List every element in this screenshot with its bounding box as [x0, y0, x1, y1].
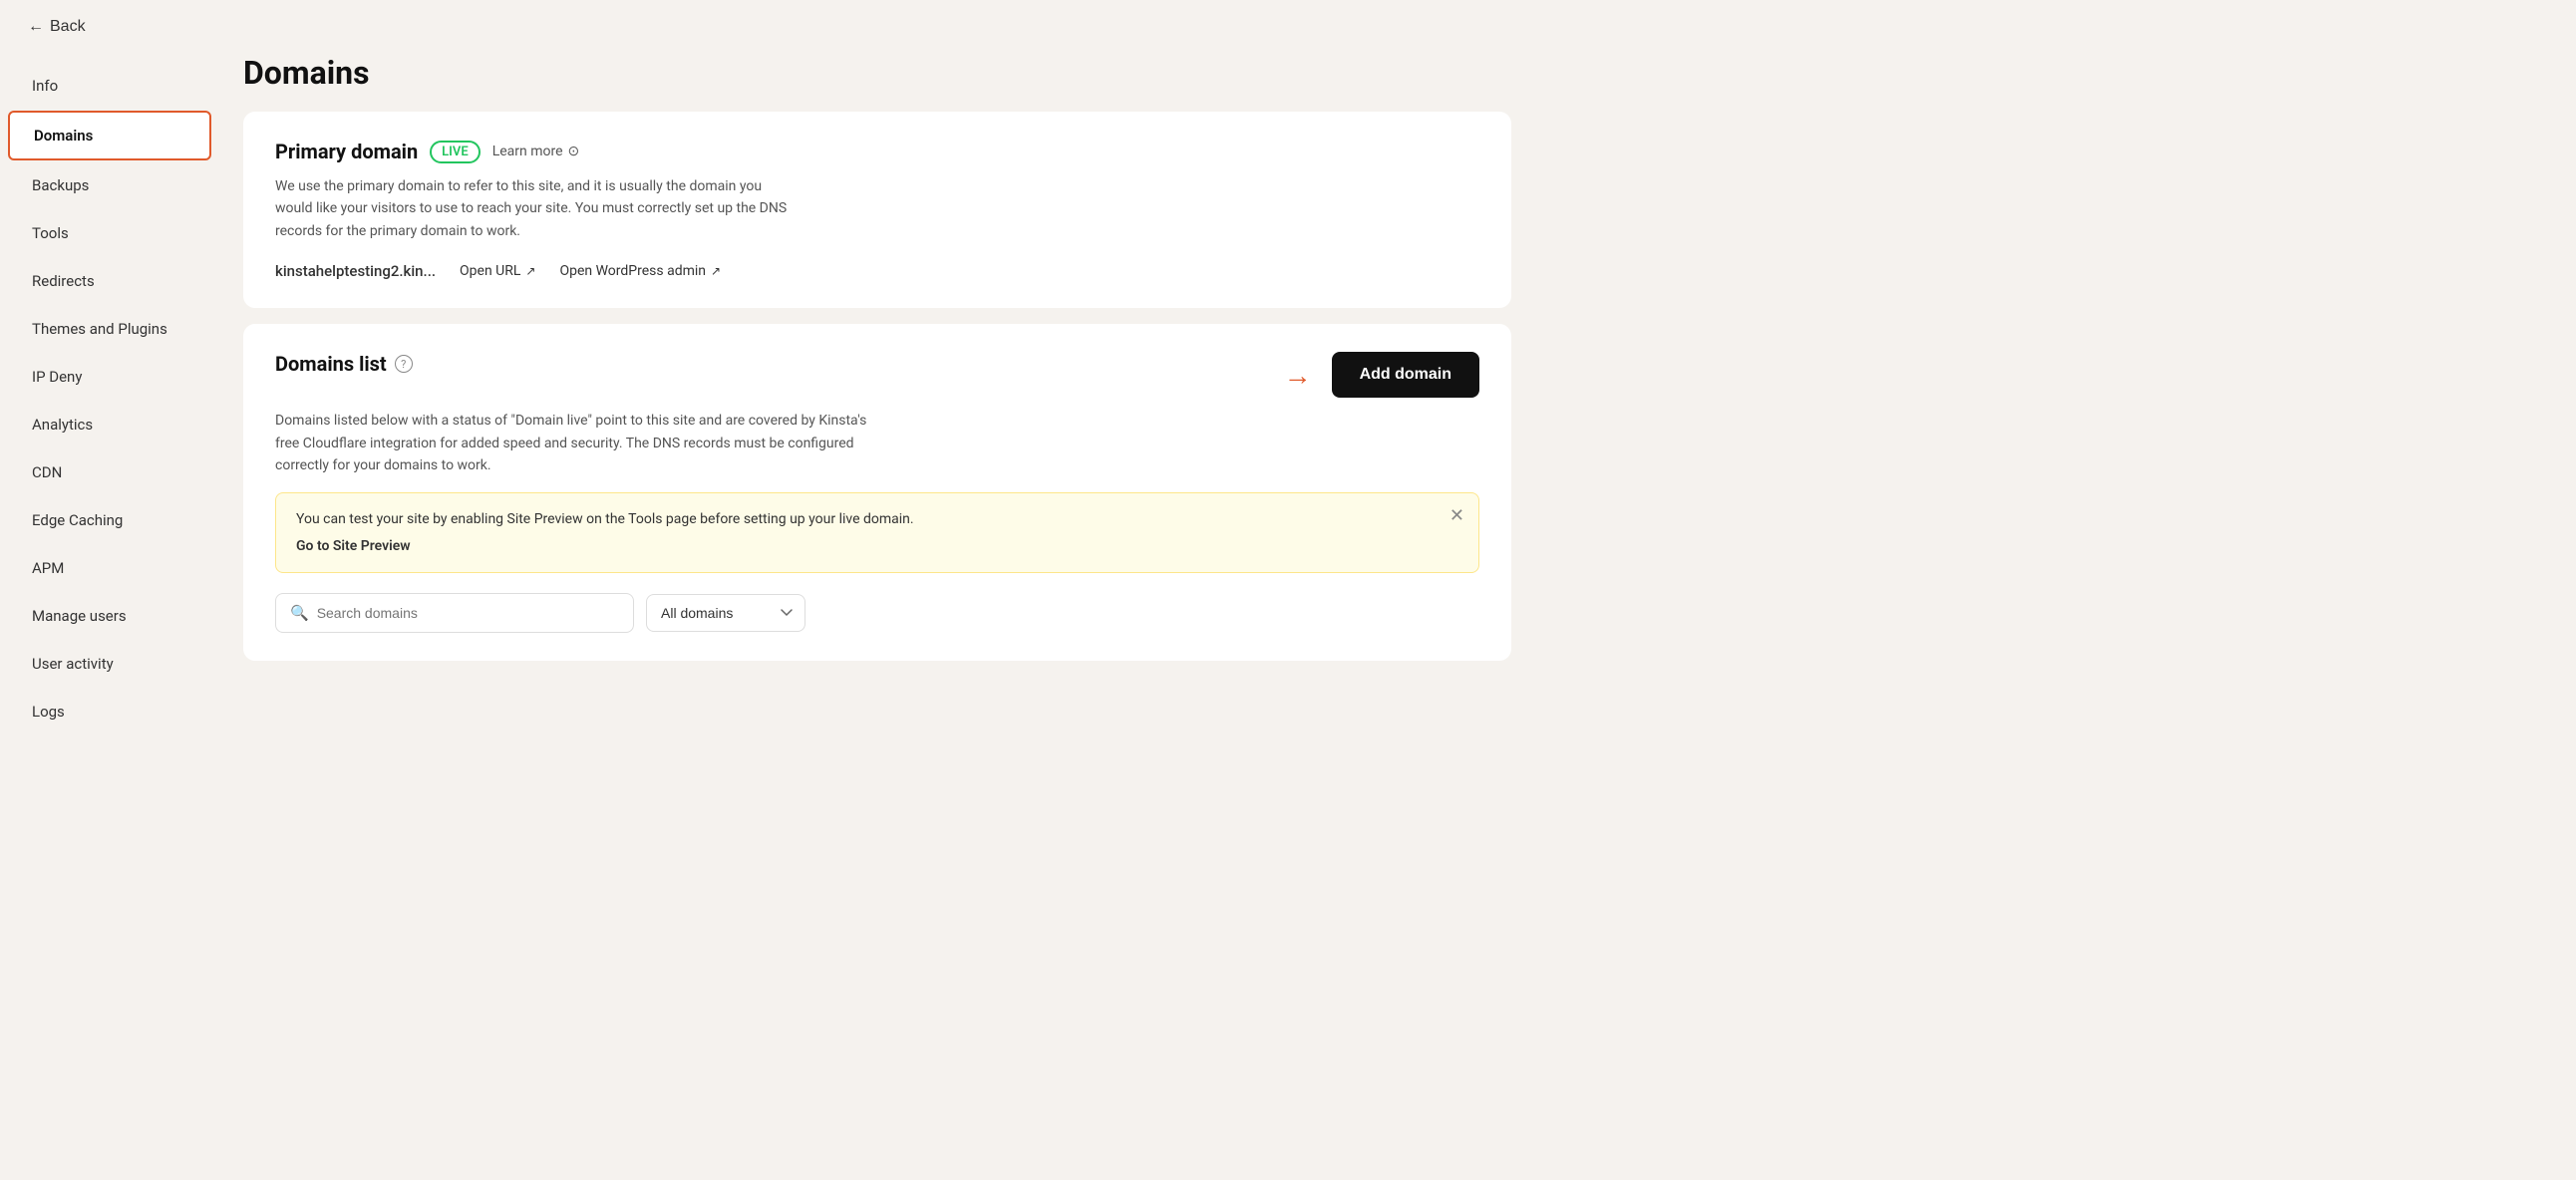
back-arrow-icon: ←	[28, 18, 44, 36]
primary-domain-header: Primary domain LIVE Learn more ⊙	[275, 140, 1479, 163]
sidebar-item-info[interactable]: Info	[8, 63, 211, 109]
sidebar-item-redirects[interactable]: Redirects	[8, 258, 211, 304]
external-link-icon: ↗	[525, 264, 535, 278]
domains-list-description: Domains listed below with a status of "D…	[275, 410, 873, 476]
domains-list-title: Domains list	[275, 352, 387, 376]
go-to-site-preview-link[interactable]: Go to Site Preview	[296, 538, 411, 554]
search-filter-row: 🔍 All domains Live domains Inactive doma…	[275, 593, 1479, 633]
learn-more-link[interactable]: Learn more ⊙	[492, 144, 580, 159]
sidebar-item-logs[interactable]: Logs	[8, 689, 211, 735]
add-domain-button[interactable]: Add domain	[1332, 352, 1479, 398]
domains-list-title-row: Domains list ?	[275, 352, 413, 376]
help-icon[interactable]: ?	[395, 355, 413, 373]
sidebar-item-backups[interactable]: Backups	[8, 162, 211, 208]
sidebar-item-apm[interactable]: APM	[8, 545, 211, 591]
sidebar-item-themes-plugins[interactable]: Themes and Plugins	[8, 306, 211, 352]
sidebar-item-domains[interactable]: Domains	[8, 111, 211, 160]
filter-select[interactable]: All domains Live domains Inactive domain…	[646, 594, 805, 632]
search-icon: 🔍	[290, 604, 309, 622]
sidebar-item-edge-caching[interactable]: Edge Caching	[8, 497, 211, 543]
question-circle-icon: ⊙	[568, 144, 580, 159]
domains-list-header: Domains list ? → Add domain	[275, 352, 1479, 398]
site-preview-notice: You can test your site by enabling Site …	[275, 492, 1479, 573]
back-button[interactable]: ← Back	[28, 18, 86, 36]
search-input-wrapper: 🔍	[275, 593, 634, 633]
search-input[interactable]	[317, 605, 619, 621]
domain-row: kinstahelptesting2.kin... Open URL ↗ Ope…	[275, 262, 1479, 280]
notice-close-button[interactable]: ✕	[1449, 505, 1464, 526]
primary-domain-description: We use the primary domain to refer to th…	[275, 175, 794, 242]
live-badge: LIVE	[430, 141, 481, 163]
page-title: Domains	[243, 54, 1511, 92]
open-url-link[interactable]: Open URL ↗	[460, 263, 535, 279]
notice-text: You can test your site by enabling Site …	[296, 511, 1458, 527]
add-domain-area: → Add domain	[1284, 352, 1479, 398]
main-content: Domains Primary domain LIVE Learn more ⊙…	[219, 54, 1535, 1180]
primary-domain-card: Primary domain LIVE Learn more ⊙ We use …	[243, 112, 1511, 308]
arrow-right-icon: →	[1284, 359, 1312, 392]
sidebar-item-manage-users[interactable]: Manage users	[8, 593, 211, 639]
sidebar: Info Domains Backups Tools Redirects The…	[0, 54, 219, 1180]
primary-domain-title: Primary domain	[275, 140, 418, 163]
sidebar-item-cdn[interactable]: CDN	[8, 449, 211, 495]
back-label: Back	[50, 18, 86, 36]
domain-name: kinstahelptesting2.kin...	[275, 262, 436, 280]
sidebar-item-user-activity[interactable]: User activity	[8, 641, 211, 687]
domains-list-card: Domains list ? → Add domain Domains list…	[243, 324, 1511, 661]
sidebar-item-tools[interactable]: Tools	[8, 210, 211, 256]
sidebar-item-analytics[interactable]: Analytics	[8, 402, 211, 447]
sidebar-item-ip-deny[interactable]: IP Deny	[8, 354, 211, 400]
open-wp-admin-link[interactable]: Open WordPress admin ↗	[559, 263, 721, 279]
external-link-icon-wp: ↗	[711, 264, 721, 278]
